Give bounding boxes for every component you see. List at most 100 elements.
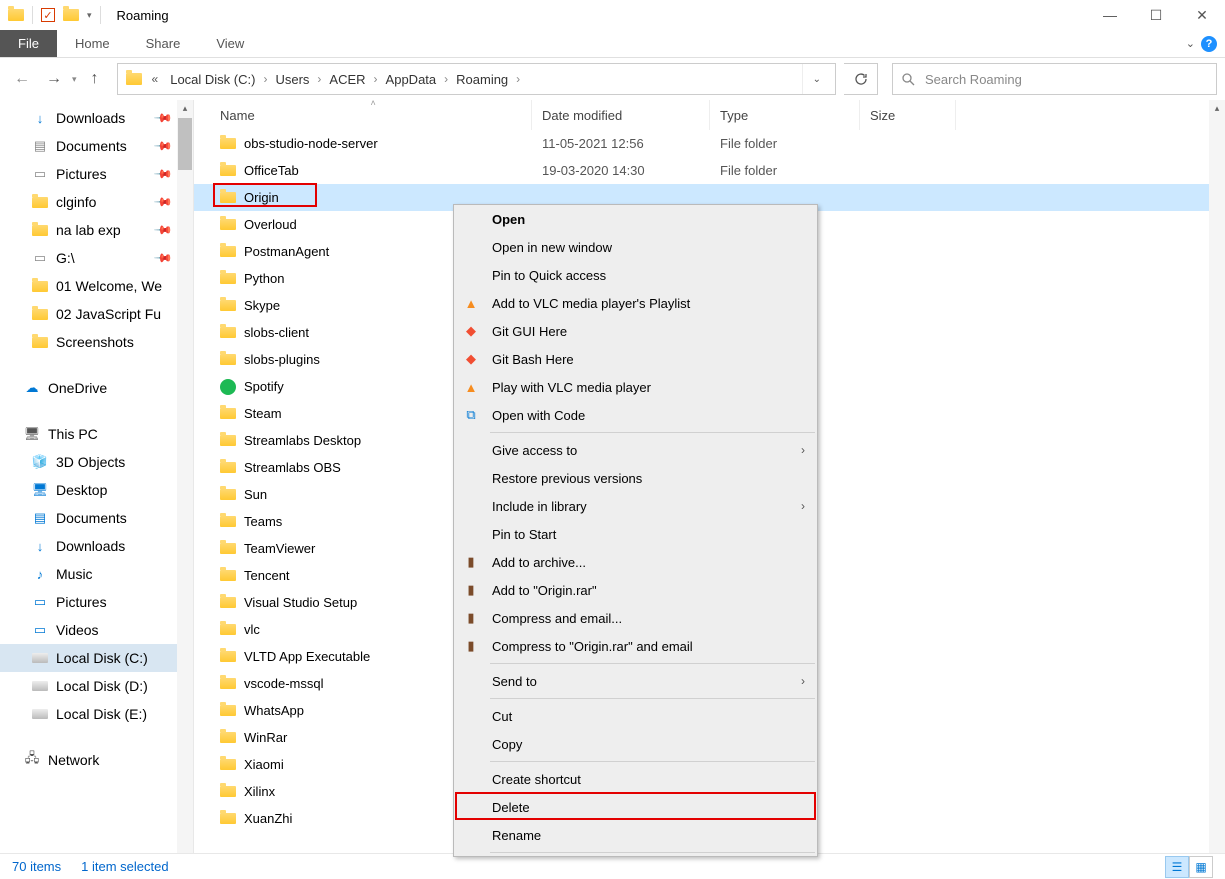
sidebar-item[interactable]: Local Disk (C:) <box>0 644 193 672</box>
breadcrumb[interactable]: « Local Disk (C:) › Users › ACER › AppDa… <box>117 63 836 95</box>
sidebar-item-thispc[interactable]: 🖥 This PC <box>0 420 193 448</box>
sidebar-item[interactable]: ▭Videos <box>0 616 193 644</box>
context-menu-item[interactable]: Pin to Quick access <box>454 261 817 289</box>
sidebar-item-onedrive[interactable]: ☁ OneDrive <box>0 374 193 402</box>
scroll-up-icon[interactable]: ▴ <box>177 100 193 116</box>
sidebar-item[interactable]: ♪Music <box>0 560 193 588</box>
sidebar-item-network[interactable]: 🖧 Network <box>0 746 193 774</box>
sidebar-item[interactable]: Local Disk (D:) <box>0 672 193 700</box>
context-menu-item[interactable]: Delete <box>454 793 817 821</box>
sidebar-item[interactable]: 02 JavaScript Fu <box>0 300 193 328</box>
sidebar-item-label: Downloads <box>56 538 125 554</box>
context-menu-item[interactable]: ◆Git Bash Here <box>454 345 817 373</box>
breadcrumb-item[interactable]: Local Disk (C:) <box>164 72 261 87</box>
column-header-size[interactable]: Size <box>860 100 956 130</box>
sidebar-item[interactable]: ↓Downloads <box>0 532 193 560</box>
help-icon[interactable]: ? <box>1201 36 1217 52</box>
ribbon-tab-share[interactable]: Share <box>128 30 199 57</box>
folder-icon <box>220 705 236 716</box>
context-menu-item[interactable]: ▲Add to VLC media player's Playlist <box>454 289 817 317</box>
view-details-button[interactable]: ☰ <box>1165 856 1189 878</box>
sidebar-item[interactable]: 01 Welcome, We <box>0 272 193 300</box>
scroll-up-icon[interactable]: ▴ <box>1209 100 1225 116</box>
context-menu-item[interactable]: Open <box>454 205 817 233</box>
content-scrollbar[interactable]: ▴ <box>1209 100 1225 853</box>
menu-item-label: Open in new window <box>492 240 612 255</box>
up-button[interactable]: ↑ <box>81 65 109 93</box>
breadcrumb-item[interactable]: ACER <box>323 72 371 87</box>
breadcrumb-dropdown-icon[interactable]: ⌄ <box>802 64 831 94</box>
context-menu-item[interactable]: Cut <box>454 702 817 730</box>
sidebar-item[interactable]: ▭Pictures <box>0 588 193 616</box>
breadcrumb-item[interactable]: Roaming <box>450 72 514 87</box>
ribbon-tab-home[interactable]: Home <box>57 30 128 57</box>
context-menu-item[interactable]: Include in library› <box>454 492 817 520</box>
context-menu-item[interactable]: Copy <box>454 730 817 758</box>
sidebar-item[interactable]: 🖥Desktop <box>0 476 193 504</box>
context-menu-item[interactable]: ▲Play with VLC media player <box>454 373 817 401</box>
context-menu-item[interactable]: ◆Git GUI Here <box>454 317 817 345</box>
sidebar-item[interactable]: ↓Downloads📌 <box>0 104 193 132</box>
sidebar-item-icon: ♪ <box>32 566 48 582</box>
menu-item-label: Pin to Start <box>492 527 556 542</box>
context-menu-item[interactable]: Open in new window <box>454 233 817 261</box>
view-large-button[interactable]: ▦ <box>1189 856 1213 878</box>
folder-icon <box>220 597 236 608</box>
separator <box>32 6 33 24</box>
sidebar-scrollbar[interactable]: ▴ <box>177 100 193 853</box>
sidebar-item[interactable]: Local Disk (E:) <box>0 700 193 728</box>
context-menu-item[interactable]: ▮Compress and email... <box>454 604 817 632</box>
breadcrumb-overflow-icon[interactable]: « <box>146 72 165 86</box>
ribbon-tab-view[interactable]: View <box>198 30 262 57</box>
search-input[interactable]: Search Roaming <box>892 63 1217 95</box>
refresh-button[interactable] <box>844 63 878 95</box>
breadcrumb-item[interactable]: AppData <box>380 72 443 87</box>
folder-icon <box>220 300 236 311</box>
sidebar-item[interactable]: ▭Pictures📌 <box>0 160 193 188</box>
qat-newfolder-icon[interactable] <box>63 9 79 21</box>
context-menu-item[interactable]: Rename <box>454 821 817 849</box>
ribbon-tab-file[interactable]: File <box>0 30 57 57</box>
forward-button[interactable]: → <box>40 65 68 93</box>
context-menu-item[interactable]: ⧉Open with Code <box>454 401 817 429</box>
file-row[interactable]: obs-studio-node-server11-05-2021 12:56Fi… <box>194 130 1225 157</box>
chevron-right-icon[interactable]: › <box>372 72 380 86</box>
context-menu-item[interactable]: Create shortcut <box>454 765 817 793</box>
chevron-right-icon[interactable]: › <box>442 72 450 86</box>
sidebar-item[interactable]: Screenshots <box>0 328 193 356</box>
scrollbar-thumb[interactable] <box>178 118 192 170</box>
column-header-type[interactable]: Type <box>710 100 860 130</box>
menu-item-label: Compress to "Origin.rar" and email <box>492 639 693 654</box>
context-menu-item[interactable]: ▮Add to "Origin.rar" <box>454 576 817 604</box>
file-row[interactable]: OfficeTab19-03-2020 14:30File folder <box>194 157 1225 184</box>
expand-ribbon-icon[interactable]: ⌄ <box>1186 37 1195 50</box>
column-header-date[interactable]: Date modified <box>532 100 710 130</box>
history-dropdown-icon[interactable]: ▾ <box>72 74 77 85</box>
breadcrumb-item[interactable]: Users <box>269 72 315 87</box>
back-button[interactable]: ← <box>8 65 36 93</box>
sidebar-item[interactable]: 🧊3D Objects <box>0 448 193 476</box>
maximize-button[interactable]: ☐ <box>1133 0 1179 30</box>
context-menu-item[interactable]: ▮Add to archive... <box>454 548 817 576</box>
context-menu-item[interactable]: Give access to› <box>454 436 817 464</box>
context-menu-item[interactable]: ▮Compress to "Origin.rar" and email <box>454 632 817 660</box>
file-name: TeamViewer <box>244 541 315 556</box>
file-name: WhatsApp <box>244 703 304 718</box>
close-button[interactable]: ✕ <box>1179 0 1225 30</box>
column-header-name[interactable]: ˄Name <box>210 100 532 130</box>
sidebar-item[interactable]: na lab exp📌 <box>0 216 193 244</box>
chevron-right-icon[interactable]: › <box>315 72 323 86</box>
file-name: VLTD App Executable <box>244 649 370 664</box>
sidebar-item[interactable]: ▭G:\📌 <box>0 244 193 272</box>
minimize-button[interactable]: — <box>1087 0 1133 30</box>
sidebar-item[interactable]: ▤Documents <box>0 504 193 532</box>
sidebar-item[interactable]: clginfo📌 <box>0 188 193 216</box>
sidebar-item[interactable]: ▤Documents📌 <box>0 132 193 160</box>
qat-dropdown-icon[interactable]: ▾ <box>87 10 92 21</box>
context-menu-item[interactable]: Send to› <box>454 667 817 695</box>
qat-properties-icon[interactable]: ✓ <box>41 8 55 22</box>
chevron-right-icon[interactable]: › <box>261 72 269 86</box>
context-menu-item[interactable]: Restore previous versions <box>454 464 817 492</box>
chevron-right-icon[interactable]: › <box>514 72 522 86</box>
context-menu-item[interactable]: Pin to Start <box>454 520 817 548</box>
